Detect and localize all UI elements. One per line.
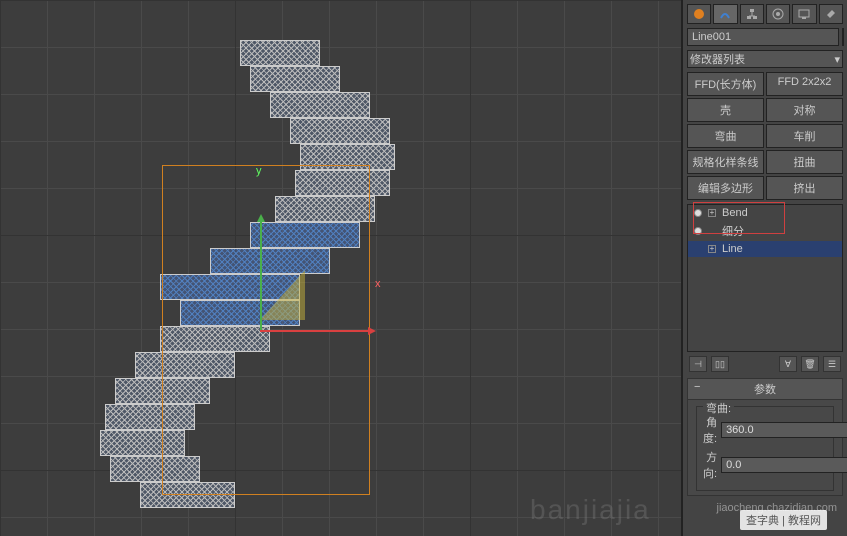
bulb-icon[interactable] bbox=[694, 209, 702, 217]
bend-group-label: 弯曲: bbox=[703, 400, 734, 416]
utilities-tab[interactable] bbox=[819, 4, 843, 24]
direction-spinner[interactable]: ▲▼ bbox=[721, 457, 847, 473]
remove-modifier-button[interactable]: 🗑 bbox=[801, 356, 819, 372]
stack-item-label: 细分 bbox=[722, 223, 744, 239]
watermark-badge: 查字典 | 教程网 bbox=[740, 510, 827, 530]
mod-bend[interactable]: 弯曲 bbox=[687, 124, 764, 148]
angle-spinner[interactable]: ▲▼ bbox=[721, 422, 847, 438]
bulb-icon[interactable] bbox=[694, 227, 702, 235]
viewport[interactable]: x y banjiajia bbox=[0, 0, 682, 536]
direction-input[interactable] bbox=[722, 458, 847, 472]
mod-edit-poly[interactable]: 编辑多边形 bbox=[687, 176, 764, 200]
watermark-logo: banjiajia bbox=[530, 494, 651, 526]
stack-item-tessellate[interactable]: 细分 bbox=[688, 221, 842, 241]
parameters-rollout: 参数 弯曲: 角度: ▲▼ 方向: ▲▼ bbox=[687, 378, 843, 496]
configure-sets-button[interactable]: ☰ bbox=[823, 356, 841, 372]
modifier-list-label: 修改器列表 bbox=[690, 51, 745, 67]
mod-shell[interactable]: 壳 bbox=[687, 98, 764, 122]
bend-group: 弯曲: 角度: ▲▼ 方向: ▲▼ bbox=[696, 406, 834, 491]
mod-symmetry[interactable]: 对称 bbox=[766, 98, 843, 122]
display-tab[interactable] bbox=[792, 4, 816, 24]
modifier-stack[interactable]: + Bend 细分 + Line bbox=[687, 204, 843, 352]
create-tab[interactable] bbox=[687, 4, 711, 24]
rollout-header[interactable]: 参数 bbox=[688, 379, 842, 400]
angle-label: 角度: bbox=[703, 414, 717, 446]
make-unique-button[interactable]: ∀ bbox=[779, 356, 797, 372]
mod-twist[interactable]: 扭曲 bbox=[766, 150, 843, 174]
object-color-swatch[interactable] bbox=[842, 28, 844, 46]
chevron-down-icon: ▾ bbox=[834, 53, 840, 66]
stack-item-line[interactable]: + Line bbox=[688, 241, 842, 257]
expand-icon[interactable]: + bbox=[708, 209, 716, 217]
mod-extrude[interactable]: 挤出 bbox=[766, 176, 843, 200]
stack-controls: ⊣ ▯▯ ∀ 🗑 ☰ bbox=[687, 356, 843, 372]
spiral-stair-mesh[interactable] bbox=[100, 30, 460, 520]
motion-tab[interactable] bbox=[766, 4, 790, 24]
rollout-title: 参数 bbox=[754, 384, 776, 396]
command-panel: 修改器列表 ▾ FFD(长方体) FFD 2x2x2 壳 对称 弯曲 车削 规格… bbox=[682, 0, 847, 536]
modifier-list-dropdown[interactable]: 修改器列表 ▾ bbox=[687, 50, 843, 68]
direction-label: 方向: bbox=[703, 449, 717, 481]
modify-tab[interactable] bbox=[713, 4, 737, 24]
mod-lathe[interactable]: 车削 bbox=[766, 124, 843, 148]
stack-item-label: Bend bbox=[722, 207, 748, 219]
pin-stack-button[interactable]: ⊣ bbox=[689, 356, 707, 372]
mod-normalize-spline[interactable]: 规格化样条线 bbox=[687, 150, 764, 174]
stack-item-label: Line bbox=[722, 243, 743, 255]
axis-y-label: y bbox=[256, 165, 262, 177]
stack-item-bend[interactable]: + Bend bbox=[688, 205, 842, 221]
expand-icon[interactable]: + bbox=[708, 245, 716, 253]
show-result-button[interactable]: ▯▯ bbox=[711, 356, 729, 372]
axis-x-label: x bbox=[375, 278, 381, 290]
mod-ffd-box[interactable]: FFD(长方体) bbox=[687, 72, 764, 96]
mod-ffd-2x2x2[interactable]: FFD 2x2x2 bbox=[766, 72, 843, 96]
angle-input[interactable] bbox=[722, 423, 847, 437]
command-panel-tabs bbox=[687, 4, 843, 24]
modifier-buttons: FFD(长方体) FFD 2x2x2 壳 对称 弯曲 车削 规格化样条线 扭曲 … bbox=[687, 72, 843, 200]
object-name-field[interactable] bbox=[687, 28, 839, 46]
hierarchy-tab[interactable] bbox=[740, 4, 764, 24]
